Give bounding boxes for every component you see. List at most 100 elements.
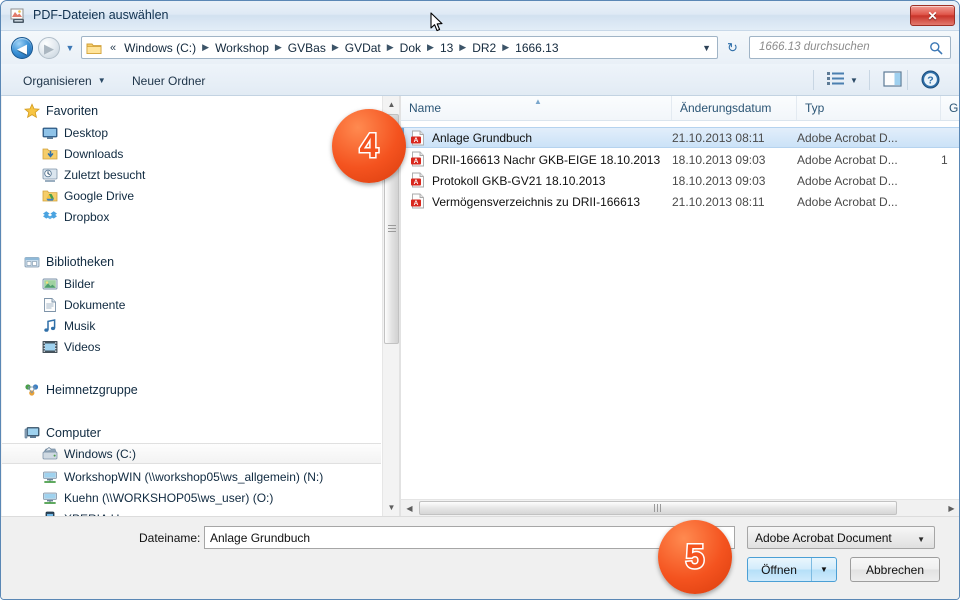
breadcrumb-separator[interactable]: ▶: [329, 42, 342, 53]
search-input[interactable]: 1666.13 durchsuchen: [759, 41, 870, 53]
forward-arrow-icon: ▶: [44, 40, 54, 56]
address-bar[interactable]: « Windows (C:) ▶ Workshop ▶ GVBas ▶ GVDa…: [81, 36, 718, 59]
sidebar-group-computer[interactable]: Computer: [24, 422, 101, 443]
preview-pane-icon[interactable]: [883, 71, 903, 88]
svg-text:A: A: [414, 179, 419, 186]
pdf-file-icon: A: [410, 172, 426, 188]
filelist-horizontal-scrollbar[interactable]: ◀ ▶: [401, 499, 959, 516]
sidebar-group-favoriten[interactable]: Favoriten: [23, 100, 99, 121]
new-folder-button[interactable]: Neuer Ordner: [132, 71, 205, 90]
breadcrumb-separator[interactable]: ▶: [456, 42, 469, 53]
sidebar-item-windows-c[interactable]: Windows (C:): [2, 443, 381, 464]
sidebar-item-musik[interactable]: Musik: [42, 315, 95, 336]
harddisk-icon: [42, 446, 58, 462]
history-dropdown-button[interactable]: ▼: [64, 43, 76, 53]
filetype-dropdown[interactable]: Adobe Acrobat Document ▼: [747, 526, 935, 549]
sidebar-item-xperia-u[interactable]: XPERIA U: [42, 508, 119, 516]
breadcrumb-item-3[interactable]: GVDat: [342, 39, 384, 57]
command-toolbar: Organisieren ▼ Neuer Ordner ▼ ?: [1, 64, 959, 96]
breadcrumb-separator[interactable]: ▶: [272, 42, 285, 53]
table-row[interactable]: A Protokoll GKB-GV21 18.10.2013 18.10.20…: [401, 170, 959, 191]
sidebar-item-workshopwin-n[interactable]: WorkshopWIN (\\workshop05\ws_allgemein) …: [42, 466, 323, 487]
column-header-size[interactable]: Größe: [941, 96, 959, 120]
breadcrumb-item-5[interactable]: 13: [437, 39, 456, 57]
close-button[interactable]: ✕: [910, 5, 955, 26]
sidebar-item-label: Musik: [64, 318, 96, 333]
horizontal-scroll-thumb[interactable]: [419, 501, 897, 515]
back-button[interactable]: ◀: [11, 37, 33, 59]
sidebar-item-label: Google Drive: [64, 188, 135, 203]
file-date: 18.10.2013 09:03: [672, 152, 766, 167]
breadcrumb-item-7[interactable]: 1666.13: [512, 39, 561, 57]
sidebar-item-bilder[interactable]: Bilder: [42, 273, 95, 294]
sidebar-item-downloads[interactable]: Downloads: [42, 143, 123, 164]
refresh-button[interactable]: ↻: [723, 38, 742, 57]
open-button[interactable]: Öffnen ▼: [747, 557, 837, 582]
pictures-icon: [42, 276, 58, 292]
column-header-type[interactable]: Typ: [797, 96, 941, 120]
file-type: Adobe Acrobat D...: [797, 152, 898, 167]
breadcrumb-separator[interactable]: ▶: [384, 42, 397, 53]
breadcrumb-item-0[interactable]: Windows (C:): [121, 39, 199, 57]
organize-button[interactable]: Organisieren ▼: [23, 71, 106, 90]
sidebar-item-label: Zuletzt besucht: [64, 167, 146, 182]
breadcrumb-item-4[interactable]: Dok: [397, 39, 424, 57]
sidebar-item-dokumente[interactable]: Dokumente: [42, 294, 125, 315]
table-row[interactable]: A Anlage Grundbuch 21.10.2013 08:11 Adob…: [401, 127, 959, 148]
breadcrumb-separator[interactable]: ▶: [499, 42, 512, 53]
sidebar-group-heimnetzgruppe[interactable]: Heimnetzgruppe: [24, 379, 138, 400]
open-dropdown-button[interactable]: ▼: [811, 558, 836, 581]
cancel-button[interactable]: Abbrechen: [850, 557, 940, 582]
column-header-date[interactable]: Änderungsdatum: [672, 96, 797, 120]
breadcrumb-item-2[interactable]: GVBas: [285, 39, 329, 57]
breadcrumb-separator[interactable]: ▶: [424, 42, 437, 53]
sidebar-item-dropbox[interactable]: Dropbox: [42, 206, 109, 227]
address-dropdown-icon[interactable]: ▼: [702, 43, 711, 53]
step-badge-4-label: 4: [358, 125, 380, 166]
breadcrumb-separator[interactable]: ▶: [199, 42, 212, 53]
dropbox-icon: [42, 209, 58, 225]
forward-button[interactable]: ▶: [38, 37, 60, 59]
search-box[interactable]: 1666.13 durchsuchen: [749, 36, 951, 59]
svg-text:A: A: [414, 137, 419, 144]
table-row[interactable]: A DRII-166613 Nachr GKB-EIGE 18.10.2013 …: [401, 149, 959, 170]
step-badge-5: 5: [658, 520, 732, 594]
sidebar-item-label: WorkshopWIN (\\workshop05\ws_allgemein) …: [64, 469, 324, 484]
sidebar-group-bibliotheken[interactable]: Bibliotheken: [24, 251, 114, 272]
breadcrumb-item-1[interactable]: Workshop: [212, 39, 272, 57]
google-drive-icon: [42, 188, 58, 204]
step-badge-5-label: 5: [684, 536, 706, 577]
scroll-left-button[interactable]: ◀: [401, 500, 418, 516]
sidebar-group-label: Heimnetzgruppe: [46, 382, 138, 397]
sidebar-item-desktop[interactable]: Desktop: [42, 122, 108, 143]
scroll-down-button[interactable]: ▼: [383, 499, 400, 516]
libraries-icon: [24, 254, 40, 270]
file-open-dialog: PDF-Dateien auswählen ✕ ◀ ▶ ▼ « Windows …: [0, 0, 960, 600]
sidebar-item-kuehn-o[interactable]: Kuehn (\\WORKSHOP05\ws_user) (O:): [42, 487, 273, 508]
sidebar-item-videos[interactable]: Videos: [42, 336, 100, 357]
organize-label: Organisieren: [23, 73, 92, 88]
file-list-view: Name ▲ Änderungsdatum Typ Größe A Anlage…: [401, 96, 959, 516]
help-icon[interactable]: ?: [921, 70, 940, 89]
chevron-down-icon: ▼: [65, 43, 75, 53]
recent-places-icon: [42, 167, 58, 183]
sidebar-item-google-drive[interactable]: Google Drive: [42, 185, 134, 206]
file-size: 1: [941, 152, 948, 167]
breadcrumb-overflow[interactable]: «: [105, 42, 121, 54]
sidebar-group-label: Favoriten: [46, 103, 99, 118]
table-row[interactable]: A Vermögensverzeichnis zu DRII-166613 21…: [401, 191, 959, 212]
filename-input[interactable]: [204, 526, 735, 549]
breadcrumb-item-6[interactable]: DR2: [469, 39, 499, 57]
computer-icon: [24, 425, 40, 441]
view-layout-icon[interactable]: [827, 71, 845, 88]
filename-label: Dateiname:: [139, 531, 201, 545]
scroll-up-button[interactable]: ▲: [383, 96, 400, 113]
mouse-cursor: [430, 12, 444, 33]
sidebar-item-label: Videos: [64, 339, 101, 354]
documents-icon: [42, 297, 58, 313]
scroll-right-button[interactable]: ▶: [943, 500, 959, 516]
sidebar-item-zuletzt-besucht[interactable]: Zuletzt besucht: [42, 164, 145, 185]
view-dropdown-icon[interactable]: ▼: [850, 76, 858, 85]
close-icon: ✕: [927, 8, 938, 23]
caret-left-icon: ◀: [406, 503, 413, 513]
